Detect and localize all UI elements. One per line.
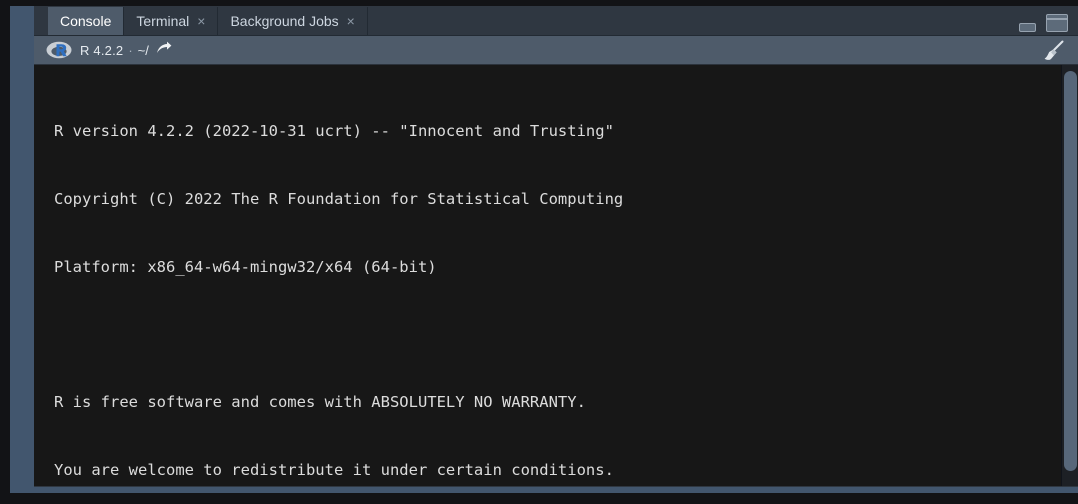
console-text: R version 4.2.2 (2022-10-31 ucrt) -- "In… bbox=[54, 75, 1044, 486]
tab-console[interactable]: Console bbox=[48, 7, 125, 35]
close-icon[interactable]: × bbox=[197, 14, 205, 28]
console-line: Platform: x86_64-w64-mingw32/x64 (64-bit… bbox=[54, 257, 437, 276]
window-controls bbox=[1019, 12, 1068, 32]
tab-terminal-label: Terminal bbox=[136, 13, 190, 29]
r-logo-icon bbox=[46, 41, 72, 59]
arrow-icon[interactable] bbox=[156, 41, 172, 60]
tab-background-jobs-label: Background Jobs bbox=[230, 13, 339, 29]
scrollbar-thumb[interactable] bbox=[1064, 71, 1077, 471]
rstudio-console-pane: Console Terminal × Background Jobs × R 4… bbox=[0, 0, 1078, 504]
console-line: R is free software and comes with ABSOLU… bbox=[54, 393, 586, 412]
pane-frame: Console Terminal × Background Jobs × R 4… bbox=[10, 6, 1078, 493]
maximize-icon[interactable] bbox=[1046, 14, 1068, 32]
console-line: You are welcome to redistribute it under… bbox=[54, 461, 614, 480]
console-line: Copyright (C) 2022 The R Foundation for … bbox=[54, 189, 624, 208]
working-directory-link[interactable]: ~/ bbox=[138, 43, 149, 58]
console-scrollbar[interactable] bbox=[1061, 65, 1078, 486]
console-toolbar: R 4.2.2 · ~/ bbox=[34, 36, 1078, 65]
toolbar-separator: · bbox=[128, 42, 133, 58]
console-output-area[interactable]: R version 4.2.2 (2022-10-31 ucrt) -- "In… bbox=[34, 65, 1078, 486]
close-icon[interactable]: × bbox=[347, 14, 355, 28]
tab-bar: Console Terminal × Background Jobs × bbox=[34, 6, 1078, 36]
console-line: R version 4.2.2 (2022-10-31 ucrt) -- "In… bbox=[54, 122, 614, 141]
tab-console-label: Console bbox=[60, 13, 112, 29]
minimize-icon[interactable] bbox=[1019, 23, 1036, 32]
tab-terminal[interactable]: Terminal × bbox=[124, 7, 219, 35]
pane-inner: Console Terminal × Background Jobs × R 4… bbox=[34, 6, 1078, 487]
r-version-label: R 4.2.2 bbox=[80, 42, 124, 58]
broom-icon[interactable] bbox=[1040, 40, 1066, 67]
tab-background-jobs[interactable]: Background Jobs × bbox=[218, 7, 368, 35]
